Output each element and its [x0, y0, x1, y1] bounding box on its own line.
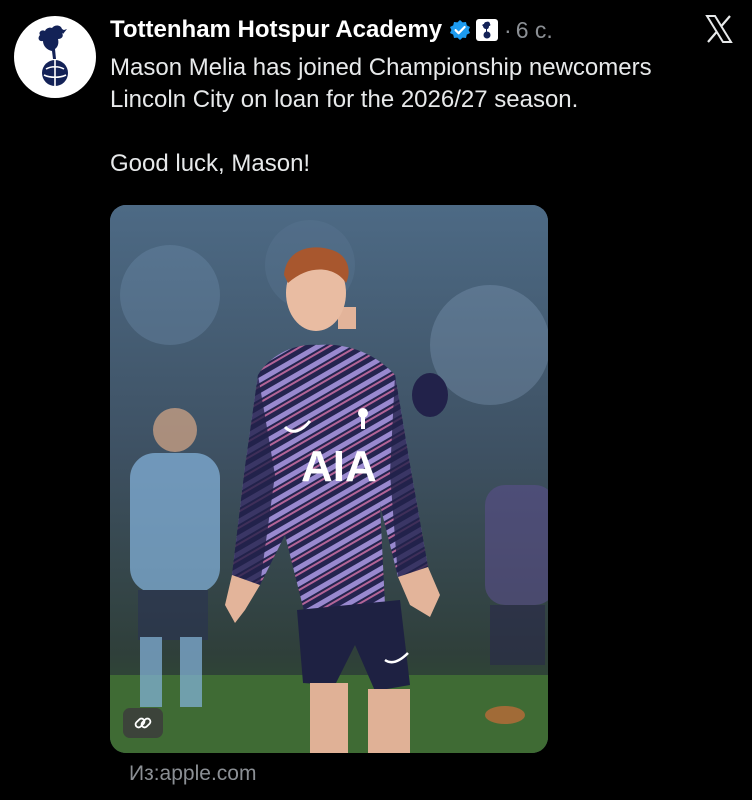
- x-logo-icon[interactable]: [704, 14, 734, 44]
- verified-badge-icon[interactable]: [449, 19, 471, 41]
- post-text-line: Good luck, Mason!: [110, 150, 311, 177]
- link-source[interactable]: Из:apple.com: [129, 762, 256, 786]
- post-timestamp[interactable]: 6 с.: [516, 17, 553, 44]
- tottenham-crest-icon[interactable]: [476, 19, 499, 41]
- post-photo[interactable]: AIA: [110, 205, 548, 753]
- shirt-sponsor: AIA: [301, 442, 377, 491]
- cockerel-crest-icon: [38, 25, 68, 86]
- post-text-line: Lincoln City on loan for the 2026/27 sea…: [110, 86, 579, 113]
- separator-dot: ·: [504, 16, 512, 43]
- post-text-line: Mason Melia has joined Championship newc…: [110, 54, 652, 81]
- account-avatar[interactable]: [14, 16, 96, 98]
- account-name[interactable]: Tottenham Hotspur Academy: [110, 16, 442, 44]
- post-text: Mason Melia has joined Championship newc…: [110, 52, 750, 180]
- player-photo: AIA: [110, 205, 548, 753]
- post-header: Tottenham Hotspur Academy · 6 с.: [110, 14, 553, 46]
- link-icon[interactable]: [123, 708, 163, 738]
